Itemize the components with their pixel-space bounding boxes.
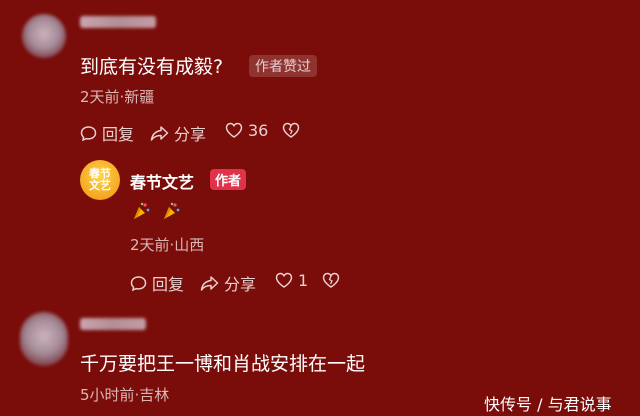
comment-meta: 2天前·新疆	[80, 88, 155, 106]
reply-dislike-button[interactable]	[322, 272, 345, 289]
share-icon	[200, 275, 219, 291]
reply-label: 回复	[102, 125, 135, 144]
party-popper-icon	[164, 202, 180, 219]
comment-text: 到底有没有成毅?	[80, 56, 224, 78]
comment-icon	[130, 275, 147, 291]
comment-meta: 5小时前·吉林	[80, 386, 170, 404]
reply-author-name[interactable]: 春节文艺	[130, 169, 194, 193]
logo-text: 春节文艺	[89, 167, 111, 192]
reply-share-button[interactable]: 分享	[200, 271, 256, 295]
dislike-button[interactable]	[282, 122, 305, 139]
broken-heart-icon	[282, 122, 300, 138]
author-liked-badge: 作者赞过	[249, 55, 317, 77]
reply-like-button[interactable]: 1	[275, 271, 308, 290]
comment-text: 千万要把王一博和肖战安排在一起	[80, 353, 366, 375]
reply-emojis	[131, 201, 181, 221]
avatar[interactable]	[22, 14, 66, 58]
reply-reply-button[interactable]: 回复	[130, 271, 184, 295]
reply-meta: 2天前·山西	[130, 236, 205, 254]
like-count: 1	[298, 271, 309, 290]
share-label: 分享	[224, 275, 257, 294]
avatar[interactable]	[20, 312, 68, 366]
heart-icon	[275, 272, 293, 288]
reply-button[interactable]: 回复	[80, 121, 134, 145]
party-popper-icon	[134, 202, 150, 219]
heart-icon	[225, 122, 243, 138]
author-tag: 作者	[210, 169, 247, 190]
share-icon	[150, 125, 169, 141]
like-count: 36	[248, 121, 269, 140]
share-button[interactable]: 分享	[150, 121, 206, 145]
username-blurred[interactable]	[80, 318, 146, 330]
watermark: 快传号 / 与君说事	[484, 395, 612, 414]
comment-icon	[80, 125, 97, 141]
author-avatar-logo[interactable]: 春节文艺	[80, 160, 120, 200]
username-blurred[interactable]	[80, 16, 156, 28]
share-label: 分享	[174, 125, 207, 144]
reply-label: 回复	[152, 275, 185, 294]
like-button[interactable]: 36	[225, 121, 268, 140]
broken-heart-icon	[322, 272, 340, 288]
